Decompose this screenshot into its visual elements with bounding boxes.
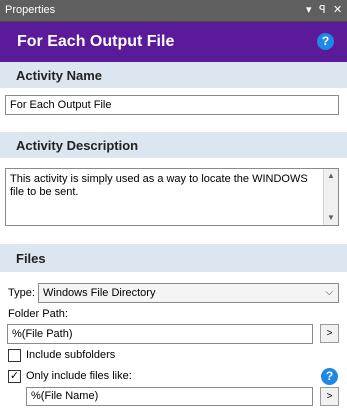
- only-include-label: Only include files like:: [26, 370, 132, 382]
- activity-description-body: This activity is simply used as a way to…: [0, 158, 347, 232]
- pin-icon[interactable]: ꟼ: [319, 3, 326, 17]
- folder-path-label: Folder Path:: [8, 308, 68, 320]
- section-title: Activity Description: [16, 138, 139, 153]
- section-activity-description: Activity Description: [0, 132, 347, 158]
- only-include-checkbox[interactable]: ✓: [8, 370, 21, 383]
- include-subfolders-label: Include subfolders: [26, 349, 116, 361]
- file-pattern-input[interactable]: %(File Name): [26, 387, 313, 406]
- file-pattern-button[interactable]: >: [320, 387, 339, 406]
- section-activity-name: Activity Name: [0, 62, 347, 88]
- chevron-down-icon: ⌵: [325, 287, 333, 298]
- scroll-up-icon[interactable]: ▲: [327, 171, 335, 180]
- section-title: Activity Name: [16, 68, 102, 83]
- description-scrollbar[interactable]: ▲ ▼: [323, 169, 338, 225]
- type-select-value: Windows File Directory: [43, 287, 156, 299]
- chevron-down-icon[interactable]: ▾: [306, 3, 312, 17]
- scroll-down-icon[interactable]: ▼: [327, 213, 335, 222]
- type-select[interactable]: Windows File Directory ⌵: [38, 283, 339, 303]
- activity-header: For Each Output File ?: [0, 22, 347, 62]
- files-body: Type: Windows File Directory ⌵ Folder Pa…: [0, 272, 347, 410]
- folder-path-input[interactable]: %(File Path): [7, 324, 313, 344]
- include-subfolders-checkbox[interactable]: [8, 349, 21, 362]
- close-icon[interactable]: ✕: [333, 3, 342, 17]
- properties-titlebar: Properties ▾ ꟼ ✕: [0, 0, 347, 22]
- section-title: Files: [16, 251, 46, 266]
- type-label: Type:: [8, 287, 35, 299]
- activity-title: For Each Output File: [17, 33, 175, 50]
- activity-name-body: For Each Output File: [0, 88, 347, 130]
- panel-title: Properties: [5, 4, 56, 16]
- activity-name-input[interactable]: For Each Output File: [5, 95, 339, 115]
- folder-path-browse-button[interactable]: >: [320, 324, 339, 343]
- help-icon[interactable]: ?: [321, 368, 338, 385]
- section-files: Files: [0, 244, 347, 272]
- help-icon[interactable]: ?: [317, 33, 334, 50]
- activity-description-input[interactable]: This activity is simply used as a way to…: [5, 168, 339, 226]
